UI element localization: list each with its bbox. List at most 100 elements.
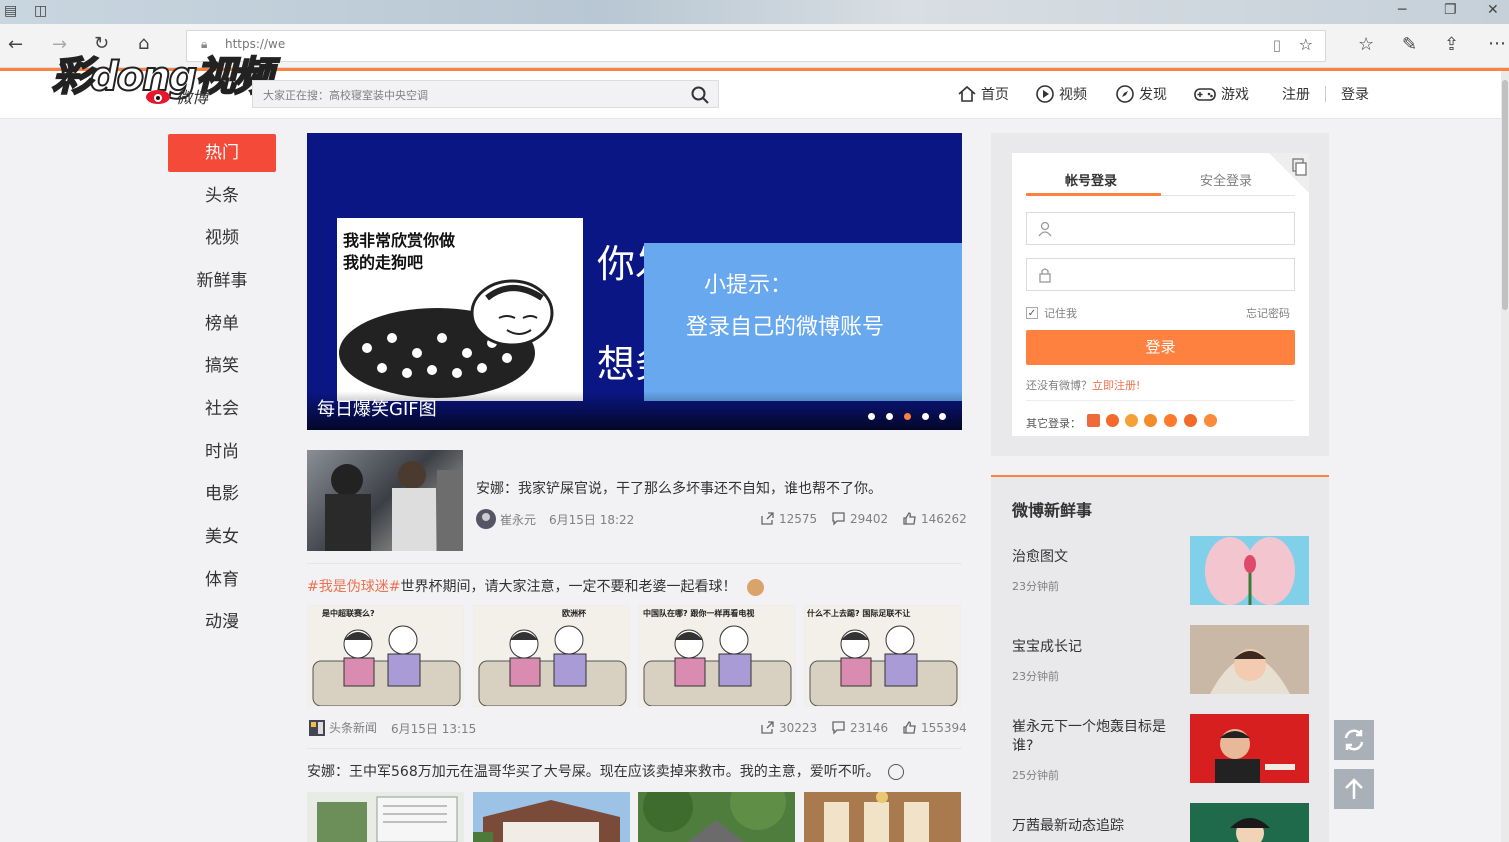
feed-1-text[interactable]: 安娜：我家铲屎官说，干了那么多坏事还不自知，谁也帮不了你。 bbox=[476, 478, 882, 498]
feed-2-hashtag[interactable]: #我是伪球迷# bbox=[307, 579, 400, 595]
search-box[interactable]: 大家正在搜：高校寝室装中央空调 bbox=[252, 80, 719, 108]
feed-2-text[interactable]: 世界杯期间，请大家注意，一定不要和老婆一起看球！ bbox=[400, 579, 736, 595]
restore-icon[interactable]: ❐ bbox=[1444, 0, 1457, 20]
nav-video[interactable]: 视频 bbox=[1035, 84, 1087, 104]
tip-title: 小提示： bbox=[704, 273, 793, 298]
left-nav-headlines[interactable]: 头条 bbox=[168, 177, 276, 215]
nav-games[interactable]: 游戏 bbox=[1193, 84, 1249, 104]
carousel-dot-3[interactable] bbox=[904, 413, 911, 420]
nav-home[interactable]: 首页 bbox=[957, 84, 1009, 104]
register-link[interactable]: 注册 bbox=[1282, 84, 1310, 104]
register-now-link[interactable]: 立即注册! bbox=[1092, 379, 1140, 392]
news-item-3-title[interactable]: 崔永元下一个炮轰目标是谁? bbox=[1012, 718, 1177, 756]
feed-1-thumbnail[interactable] bbox=[307, 450, 463, 551]
weibo-logo-text[interactable]: 微博 bbox=[176, 84, 208, 108]
comic-couple-drawing bbox=[643, 625, 792, 706]
password-input[interactable] bbox=[1026, 258, 1295, 291]
comic-panel-1[interactable]: 是中超联赛么? bbox=[307, 605, 464, 707]
close-icon[interactable]: ✕ bbox=[1487, 0, 1499, 20]
banner-carousel[interactable]: 我非常欣赏你做我的走狗吧 你发 想务 小提示： 登录自己的微博账号 每日爆笑GI… bbox=[307, 133, 962, 430]
minimize-icon[interactable]: ─ bbox=[1398, 0, 1406, 20]
tianyi-login-icon[interactable] bbox=[1125, 414, 1138, 427]
comic-caption-4: 什么不上去踢? 国际足联不让 bbox=[807, 609, 911, 618]
left-nav-hot[interactable]: 热门 bbox=[168, 134, 276, 172]
feed-1-like-button[interactable]: 146262 bbox=[902, 511, 967, 526]
scrollbar-thumb[interactable] bbox=[1502, 80, 1508, 310]
more-icon[interactable]: ⋯ bbox=[1488, 34, 1506, 54]
feed-3-image-1[interactable] bbox=[307, 792, 464, 842]
left-nav-movies[interactable]: 电影 bbox=[168, 475, 276, 513]
news-item-4-image[interactable] bbox=[1190, 803, 1309, 842]
address-bar[interactable]: 🔒︎ https://we ▯ ☆ bbox=[186, 30, 1326, 62]
remember-checkbox[interactable]: ✓ bbox=[1026, 307, 1038, 319]
comic-panel-3[interactable]: 中国队在哪? 跟你一样再看电视 bbox=[638, 605, 795, 707]
baidu-login-icon[interactable] bbox=[1204, 414, 1217, 427]
tip-body: 登录自己的微博账号 bbox=[686, 315, 885, 340]
feed-3-image-2[interactable] bbox=[473, 792, 630, 842]
login-button[interactable]: 登录 bbox=[1026, 330, 1295, 365]
reading-view-icon[interactable]: ▯ bbox=[1273, 36, 1281, 54]
news-item-1-image[interactable] bbox=[1190, 536, 1309, 605]
taobao-login-icon[interactable] bbox=[1106, 414, 1119, 427]
news-item-2-image[interactable] bbox=[1190, 625, 1309, 694]
username-input[interactable] bbox=[1026, 212, 1295, 245]
carousel-dot-1[interactable] bbox=[868, 413, 875, 420]
feed-2-like-button[interactable]: 155394 bbox=[902, 720, 967, 735]
news-item-3-image[interactable] bbox=[1190, 714, 1309, 783]
news-item-2-title[interactable]: 宝宝成长记 bbox=[1012, 638, 1177, 657]
feed-1-time: 6月15日 18:22 bbox=[549, 513, 635, 527]
feed-2-author[interactable]: 头条新闻 bbox=[309, 719, 377, 736]
feed-1-share-button[interactable]: 12575 bbox=[760, 511, 817, 526]
left-nav-anime[interactable]: 动漫 bbox=[168, 603, 276, 641]
qr-code-corner-icon[interactable] bbox=[1269, 153, 1309, 193]
wechat-login-icon[interactable] bbox=[1164, 414, 1177, 427]
left-nav-sports[interactable]: 体育 bbox=[168, 561, 276, 599]
share-icon[interactable]: ⇪ bbox=[1444, 35, 1459, 55]
refresh-button[interactable] bbox=[1334, 720, 1374, 760]
left-nav-society[interactable]: 社会 bbox=[168, 390, 276, 428]
search-input[interactable]: 大家正在搜：高校寝室装中央空调 bbox=[263, 87, 428, 103]
favorites-icon[interactable]: ☆ bbox=[1358, 35, 1374, 55]
active-tab-underline bbox=[1026, 193, 1161, 196]
meme-drawing bbox=[339, 279, 554, 398]
comic-panel-4[interactable]: 什么不上去踢? 国际足联不让 bbox=[804, 605, 961, 707]
feed-3-image-4[interactable] bbox=[804, 792, 961, 842]
qq-weibo-login-icon[interactable] bbox=[1087, 414, 1100, 427]
feed-2-share-button[interactable]: 30223 bbox=[760, 720, 817, 735]
baby-photo bbox=[1210, 649, 1290, 694]
author-avatar bbox=[476, 509, 496, 529]
nav-discover[interactable]: 发现 bbox=[1115, 84, 1167, 104]
tab-preview-icon[interactable]: ◫ bbox=[34, 1, 47, 21]
news-item-1-title[interactable]: 治愈图文 bbox=[1012, 548, 1177, 567]
tab-account-login[interactable]: 帐号登录 bbox=[1065, 170, 1117, 189]
search-icon[interactable] bbox=[690, 85, 710, 105]
forgot-password-link[interactable]: 忘记密码 bbox=[1246, 305, 1290, 321]
pen-icon[interactable]: ✎ bbox=[1402, 35, 1417, 55]
back-icon[interactable]: ← bbox=[8, 35, 23, 55]
alipay-login-icon[interactable] bbox=[1184, 414, 1197, 427]
news-item-4-title[interactable]: 万茜最新动态追踪 bbox=[1012, 817, 1177, 836]
feed-3-image-3[interactable] bbox=[638, 792, 795, 842]
carousel-dot-4[interactable] bbox=[922, 413, 929, 420]
remember-me[interactable]: ✓ 记住我 bbox=[1026, 305, 1077, 321]
left-nav-rankings[interactable]: 榜单 bbox=[168, 305, 276, 343]
nav-discover-label: 发现 bbox=[1139, 87, 1167, 103]
left-nav-fashion[interactable]: 时尚 bbox=[168, 433, 276, 471]
carousel-dot-5[interactable] bbox=[939, 413, 946, 420]
feed-1-author[interactable]: 崔永元 bbox=[476, 509, 536, 529]
tab-secure-login[interactable]: 安全登录 bbox=[1200, 170, 1252, 189]
360-login-icon[interactable] bbox=[1144, 414, 1157, 427]
star-icon[interactable]: ☆ bbox=[1299, 35, 1313, 54]
login-link[interactable]: 登录 bbox=[1341, 84, 1369, 104]
tabs-aside-icon[interactable]: ▤ bbox=[4, 1, 17, 21]
carousel-dot-2[interactable] bbox=[886, 413, 893, 420]
left-nav-beauty[interactable]: 美女 bbox=[168, 518, 276, 556]
left-nav-fresh[interactable]: 新鲜事 bbox=[168, 262, 276, 300]
left-nav-video[interactable]: 视频 bbox=[168, 219, 276, 257]
feed-2-comment-button[interactable]: 23146 bbox=[831, 720, 888, 735]
back-to-top-button[interactable] bbox=[1334, 769, 1374, 809]
feed-1-comment-button[interactable]: 29402 bbox=[831, 511, 888, 526]
left-nav-funny[interactable]: 搞笑 bbox=[168, 347, 276, 385]
feed-3-text[interactable]: 安娜：王中军568万加元在温哥华买了大号屎。现在应该卖掉来救市。我的主意，爱听不… bbox=[307, 764, 880, 780]
comic-panel-2[interactable]: 欧洲杯 bbox=[473, 605, 630, 707]
